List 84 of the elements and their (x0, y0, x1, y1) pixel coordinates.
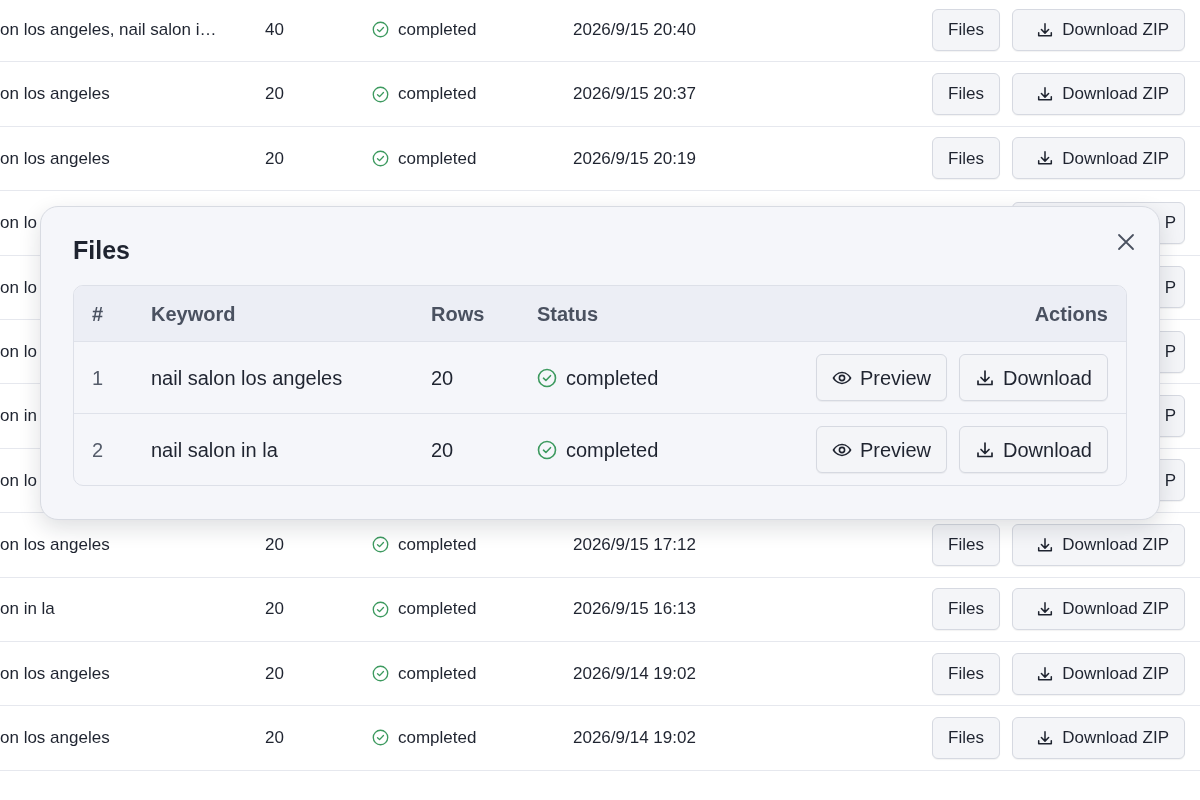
download-zip-button[interactable]: Download ZIP (1012, 652, 1185, 695)
row-count: 40 (265, 19, 284, 39)
dialog-title: Files (73, 235, 131, 265)
row-count: 20 (265, 599, 284, 619)
column-header: Status (537, 301, 599, 327)
row-count: 20 (265, 84, 284, 104)
row-number: 1 (92, 366, 104, 389)
download-icon (1036, 535, 1055, 554)
check-circle-icon (537, 439, 557, 460)
status-text: completed (566, 437, 659, 463)
date-text: 2026/9/14 19:02 (573, 663, 696, 683)
download-icon (975, 367, 996, 388)
row-count: 20 (431, 438, 454, 461)
keyword-text: on lo (0, 213, 37, 233)
date-text: 2026/9/15 20:37 (573, 84, 696, 104)
column-header: # (92, 302, 104, 325)
download-zip-button[interactable]: Download ZIP (1012, 8, 1185, 51)
download-zip-button[interactable]: Download ZIP (1012, 717, 1185, 759)
download-icon (1036, 85, 1055, 104)
keyword-text: nail salon in la (151, 438, 278, 461)
status-text: completed (398, 534, 477, 557)
files-button[interactable]: Files (932, 717, 1000, 759)
download-icon (1036, 664, 1055, 683)
check-circle-icon (372, 21, 389, 39)
keyword-text: on los angeles (0, 84, 110, 104)
keyword-text: on los angeles (0, 535, 110, 555)
download-icon (975, 439, 996, 460)
keyword-text: on los angeles (0, 663, 110, 683)
download-icon (1036, 20, 1055, 39)
check-circle-icon (372, 536, 389, 554)
column-header: Actions (1034, 302, 1108, 325)
date-text: 2026/9/14 19:02 (573, 728, 696, 748)
status-text: completed (398, 598, 477, 621)
check-circle-icon (372, 729, 389, 747)
keyword-text: on in (0, 406, 37, 426)
keyword-text: on los angeles (0, 728, 110, 748)
files-button[interactable]: Files (932, 523, 1000, 566)
preview-button[interactable]: Preview (815, 354, 948, 401)
date-text: 2026/9/15 20:40 (573, 19, 696, 39)
status-text: completed (398, 147, 477, 170)
download-button[interactable]: Download (959, 426, 1108, 473)
column-header: Rows (431, 302, 485, 325)
files-button[interactable]: Files (932, 8, 1000, 51)
keyword-text: nail salon los angeles (151, 366, 343, 389)
check-circle-icon (372, 665, 389, 683)
download-zip-button[interactable]: Download ZIP (1012, 523, 1185, 566)
download-icon (1036, 149, 1055, 168)
status-text: completed (398, 18, 477, 41)
download-zip-button[interactable]: Download ZIP (1012, 588, 1185, 631)
download-button[interactable]: Download (959, 354, 1108, 401)
check-circle-icon (372, 600, 389, 618)
files-button[interactable]: Files (932, 137, 1000, 180)
date-text: 2026/9/15 17:12 (573, 535, 696, 555)
status-text: completed (398, 83, 477, 106)
status-text: completed (566, 365, 659, 391)
files-button[interactable]: Files (932, 588, 1000, 631)
date-text: 2026/9/15 16:13 (573, 599, 696, 619)
check-circle-icon (372, 149, 389, 167)
preview-button[interactable]: Preview (815, 426, 948, 473)
row-number: 2 (92, 438, 104, 461)
row-count: 20 (265, 148, 284, 168)
status-text: completed (398, 662, 477, 685)
download-icon (1036, 600, 1055, 619)
date-text: 2026/9/15 20:19 (573, 148, 696, 168)
keyword-text: on lo (0, 341, 37, 361)
keyword-text: on lo (0, 470, 37, 490)
row-count: 20 (431, 366, 454, 389)
download-zip-button[interactable]: Download ZIP (1012, 137, 1185, 180)
close-icon[interactable] (1117, 233, 1135, 251)
status-text: completed (398, 727, 477, 750)
check-circle-icon (537, 367, 557, 388)
files-button[interactable]: Files (932, 652, 1000, 695)
row-count: 20 (265, 663, 284, 683)
files-button[interactable]: Files (932, 73, 1000, 116)
keyword-text: on los angeles (0, 148, 110, 168)
download-zip-button[interactable]: Download ZIP (1012, 73, 1185, 116)
check-circle-icon (372, 85, 389, 103)
row-count: 20 (265, 728, 284, 748)
keyword-text: on lo (0, 277, 37, 297)
keyword-text: on in la (0, 599, 55, 619)
row-count: 20 (265, 535, 284, 555)
keyword-text: on los angeles, nail salon i… (0, 19, 217, 39)
column-header: Keyword (151, 302, 236, 325)
download-icon (1036, 729, 1055, 747)
